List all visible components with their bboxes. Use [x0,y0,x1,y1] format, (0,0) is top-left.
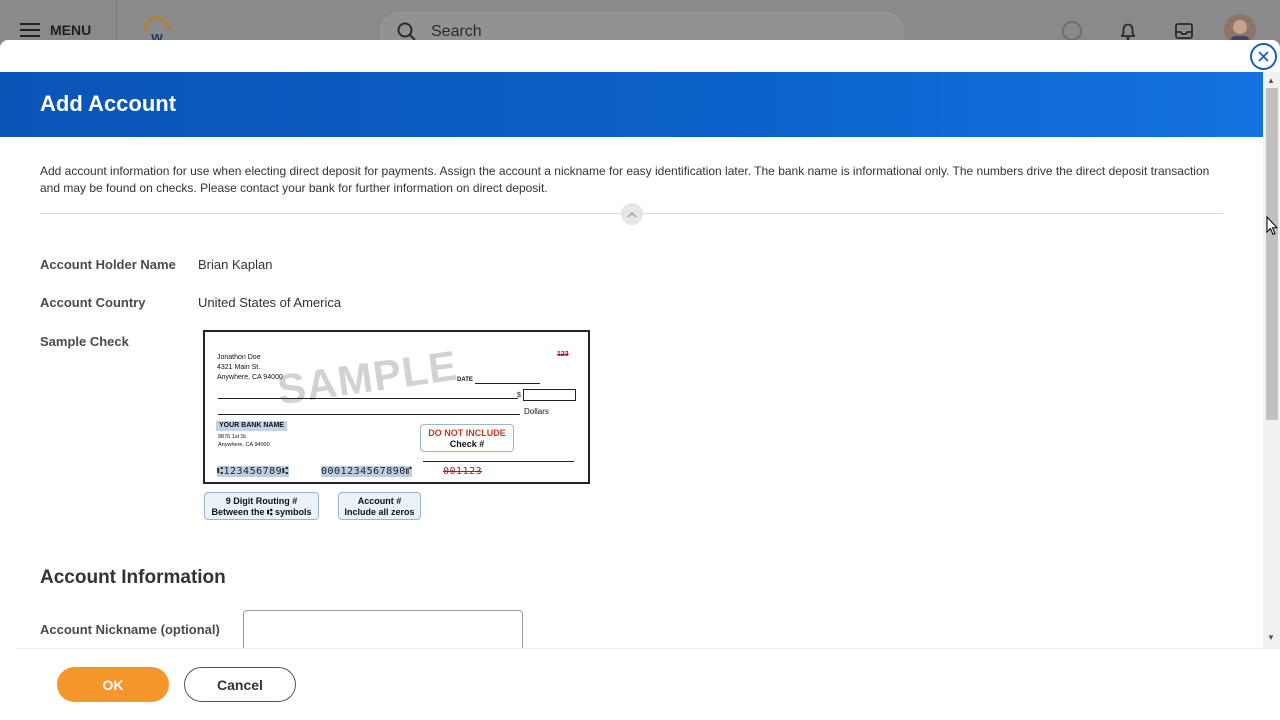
check-dollars-label: Dollars [524,407,549,416]
check-number-callout-text: Check # [449,439,485,449]
hamburger-icon [20,23,40,37]
check-bank-name: YOUR BANK NAME [216,421,287,431]
date-line [475,383,540,384]
routing-callout-line2: Between the ⑆ symbols [211,507,312,517]
check-number-micr: 001123 [443,466,483,477]
account-holder-label: Account Holder Name [40,257,176,272]
sample-check-label: Sample Check [40,334,129,349]
amount-box [523,389,576,401]
account-number-micr: 0001234567890⑈ [321,466,413,477]
scroll-down-arrow-icon[interactable]: ▼ [1267,633,1275,642]
routing-number-micr: ⑆123456789⑆ [217,466,289,477]
menu-button[interactable]: MENU [20,22,91,38]
check-number: 123 [557,351,569,358]
account-country-label: Account Country [40,295,146,310]
account-callout: Account # Include all zeros [338,492,421,520]
check-dollar-sign: $ [517,392,521,399]
modal-header [0,72,1263,137]
do-not-include-callout: DO NOT INCLUDE Check # [420,424,514,452]
signature-line [423,461,574,462]
add-account-modal [0,40,1280,720]
scroll-up-arrow-icon[interactable]: ▲ [1267,76,1275,85]
do-not-include-text: DO NOT INCLUDE [428,428,506,438]
check-payer-city: Anywhere, CA 94000 [217,374,283,381]
assistant-icon[interactable] [1061,20,1083,42]
account-nickname-input[interactable] [243,610,523,648]
account-information-heading: Account Information [40,567,226,588]
check-payer-street: 4321 Main St. [217,364,261,371]
check-date-label: DATE [457,377,473,383]
routing-number-text: ⑆123456789⑆ [217,466,289,477]
chevron-up-icon [627,211,637,218]
page-title: Add Account [40,91,177,116]
payee-line [218,398,518,399]
account-country-value: United States of America [198,295,342,310]
account-callout-line1: Account # [357,496,402,506]
collapse-button[interactable] [621,203,643,225]
ok-button[interactable]: OK [57,667,169,702]
mouse-cursor-icon [1266,216,1278,236]
check-payer-name: Jonathon Doe [217,354,261,361]
account-holder-value: Brian Kaplan [198,257,273,272]
bell-icon[interactable] [1117,20,1139,42]
routing-callout: 9 Digit Routing # Between the ⑆ symbols [204,492,319,520]
account-callout-line2: Include all zeros [344,507,415,517]
menu-label: MENU [50,22,92,38]
search-icon [397,22,416,41]
scrollbar-thumb[interactable] [1266,88,1278,420]
inbox-icon[interactable] [1173,20,1195,42]
cancel-button[interactable]: Cancel [184,667,296,702]
intro-text: Add account information for use when ele… [40,164,1210,195]
close-button[interactable] [1250,43,1277,70]
close-icon [1258,51,1269,62]
amount-words-line [218,414,520,415]
account-number-text: 0001234567890⑈ [321,466,413,477]
search-placeholder: Search [431,23,482,40]
sample-watermark: SAMPLE [274,341,461,414]
sample-check-image: SAMPLE Jonathon Doe 4321 Main St. Anywhe… [203,330,590,484]
routing-callout-line1: 9 Digit Routing # [225,496,298,506]
check-bank-city: Anywhere, CA 94000 [218,442,270,448]
account-nickname-label: Account Nickname (optional) [40,622,220,637]
